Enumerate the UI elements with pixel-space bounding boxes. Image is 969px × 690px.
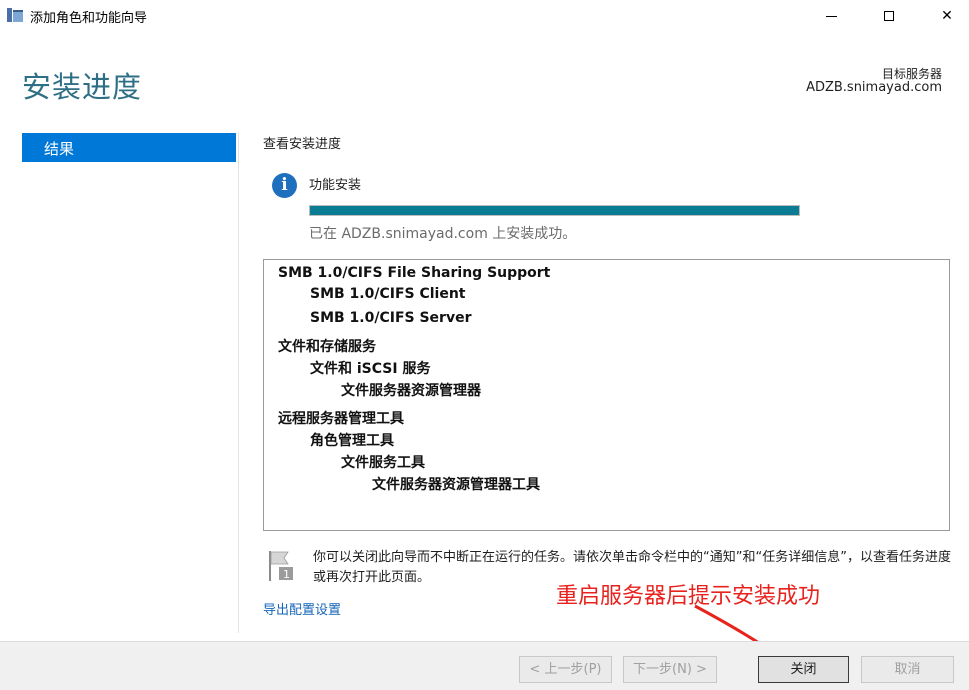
list-item: 远程服务器管理工具 — [278, 411, 404, 427]
minimize-icon — [825, 15, 837, 17]
install-status-text: 已在 ADZB.snimayad.com 上安装成功。 — [309, 226, 577, 242]
results-list: SMB 1.0/CIFS File Sharing Support SMB 1.… — [263, 259, 950, 531]
info-icon: i — [272, 173, 297, 198]
close-window-button[interactable]: ✕ — [924, 0, 969, 32]
nav-divider — [238, 133, 239, 633]
server-manager-icon — [7, 8, 23, 22]
list-item: 文件服务器资源管理器工具 — [372, 477, 540, 493]
target-server-name: ADZB.snimayad.com — [806, 80, 942, 95]
next-button[interactable]: 下一步(N) > — [623, 656, 717, 683]
window-title: 添加角色和功能向导 — [30, 11, 148, 26]
nav-item-results[interactable]: 结果 — [22, 133, 236, 162]
nav-item-label: 结果 — [44, 140, 75, 158]
export-config-link[interactable]: 导出配置设置 — [263, 599, 341, 618]
list-item: SMB 1.0/CIFS Server — [310, 310, 472, 326]
wizard-nav: 结果 — [22, 133, 236, 162]
section-title: 查看安装进度 — [263, 137, 342, 152]
minimize-button[interactable] — [808, 0, 854, 32]
feature-install-label: 功能安装 — [309, 178, 362, 193]
progress-fill — [310, 206, 799, 215]
list-item: SMB 1.0/CIFS File Sharing Support — [278, 265, 551, 281]
cancel-button[interactable]: 取消 — [861, 656, 954, 683]
list-item: SMB 1.0/CIFS Client — [310, 286, 466, 302]
notification-flag-icon: 1 — [269, 551, 293, 581]
close-icon: ✕ — [941, 8, 953, 24]
install-progress-bar — [309, 205, 800, 216]
list-item: 文件和 iSCSI 服务 — [310, 361, 431, 377]
list-item: 文件服务器资源管理器 — [341, 383, 481, 399]
close-button[interactable]: 关闭 — [758, 656, 849, 683]
page-title: 安装进度 — [22, 70, 143, 104]
maximize-icon — [884, 11, 894, 21]
previous-button[interactable]: < 上一步(P) — [519, 656, 612, 683]
svg-text:1: 1 — [283, 568, 290, 581]
list-item: 角色管理工具 — [310, 433, 394, 449]
list-item: 文件服务工具 — [341, 455, 425, 471]
maximize-button[interactable] — [866, 0, 912, 32]
title-bar: 添加角色和功能向导 ✕ — [0, 0, 969, 32]
list-item: 文件和存储服务 — [278, 339, 376, 355]
